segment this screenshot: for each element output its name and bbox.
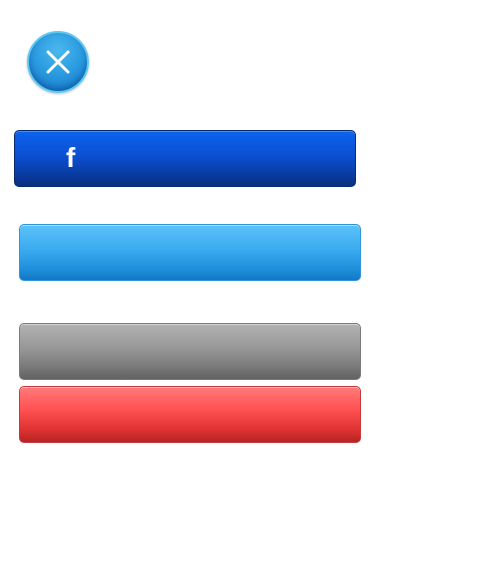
gray-button-label (20, 324, 360, 379)
light-blue-button-label (20, 225, 360, 280)
stage: f (0, 0, 491, 571)
gray-button[interactable] (19, 323, 361, 380)
close-icon (46, 50, 70, 74)
close-button[interactable] (27, 31, 89, 93)
red-button[interactable] (19, 386, 361, 443)
facebook-button-label (15, 131, 355, 186)
facebook-button[interactable]: f (14, 130, 356, 187)
red-button-label (20, 387, 360, 442)
light-blue-button[interactable] (19, 224, 361, 281)
